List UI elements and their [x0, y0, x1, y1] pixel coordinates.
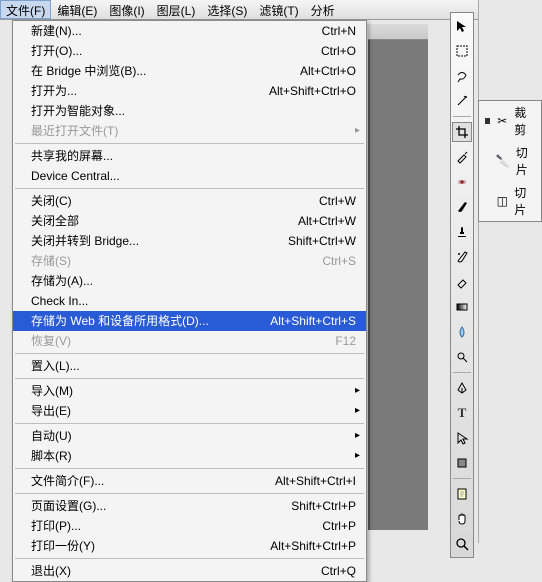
file-menu-dropdown: 新建(N)...Ctrl+N 打开(O)...Ctrl+O 在 Bridge 中…: [12, 20, 367, 582]
menu-file[interactable]: 文件(F): [0, 0, 51, 19]
type-tool-icon[interactable]: T: [452, 403, 472, 423]
flyout-crop[interactable]: ✂ 裁剪: [479, 101, 541, 141]
menu-select[interactable]: 选择(S): [201, 0, 253, 19]
eyedropper-tool-icon[interactable]: [452, 147, 472, 167]
menu-device-central[interactable]: Device Central...: [13, 166, 366, 186]
menu-close-all[interactable]: 关闭全部Alt+Ctrl+W: [13, 211, 366, 231]
crop-tool-flyout: ✂ 裁剪 🔪 切片 ◫ 切片: [478, 100, 542, 222]
wand-tool-icon[interactable]: [452, 91, 472, 111]
crop-tool-icon[interactable]: [452, 122, 472, 142]
menu-edit[interactable]: 编辑(E): [51, 0, 103, 19]
document-tab-bar: [368, 24, 428, 40]
hand-tool-icon[interactable]: [452, 509, 472, 529]
slice-select-icon: ◫: [496, 194, 508, 208]
menu-browse-bridge[interactable]: 在 Bridge 中浏览(B)...Alt+Ctrl+O: [13, 61, 366, 81]
menu-automate[interactable]: 自动(U): [13, 426, 366, 446]
shape-tool-icon[interactable]: [452, 453, 472, 473]
right-edge-panel: [478, 0, 542, 543]
separator: [15, 423, 364, 424]
separator: [15, 468, 364, 469]
menu-open-as[interactable]: 打开为...Alt+Shift+Ctrl+O: [13, 81, 366, 101]
marquee-tool-icon[interactable]: [452, 41, 472, 61]
stamp-tool-icon[interactable]: [452, 222, 472, 242]
flyout-slice[interactable]: 🔪 切片: [479, 141, 541, 181]
crop-icon: ✂: [496, 114, 508, 128]
menu-share-screen[interactable]: 共享我的屏幕...: [13, 146, 366, 166]
menu-print-one[interactable]: 打印一份(Y)Alt+Shift+Ctrl+P: [13, 536, 366, 556]
menu-analyze[interactable]: 分析: [305, 0, 341, 19]
separator: [15, 353, 364, 354]
menu-save-for-web[interactable]: 存储为 Web 和设备所用格式(D)...Alt+Shift+Ctrl+S: [13, 311, 366, 331]
menu-filter[interactable]: 滤镜(T): [253, 0, 304, 19]
separator: [15, 143, 364, 144]
separator: [453, 372, 471, 373]
separator: [15, 378, 364, 379]
menu-close[interactable]: 关闭(C)Ctrl+W: [13, 191, 366, 211]
menu-exit[interactable]: 退出(X)Ctrl+Q: [13, 561, 366, 581]
bullet-icon: [485, 118, 490, 124]
pen-tool-icon[interactable]: [452, 378, 472, 398]
path-select-tool-icon[interactable]: [452, 428, 472, 448]
menu-open-smart[interactable]: 打开为智能对象...: [13, 101, 366, 121]
menu-file-info[interactable]: 文件简介(F)...Alt+Shift+Ctrl+I: [13, 471, 366, 491]
menu-place[interactable]: 置入(L)...: [13, 356, 366, 376]
separator: [453, 478, 471, 479]
tools-panel: T: [450, 12, 474, 558]
dodge-tool-icon[interactable]: [452, 347, 472, 367]
flyout-slice-select[interactable]: ◫ 切片: [479, 181, 541, 221]
menu-check-in[interactable]: Check In...: [13, 291, 366, 311]
zoom-tool-icon[interactable]: [452, 534, 472, 554]
menu-recent: 最近打开文件(T): [13, 121, 366, 141]
menu-save: 存储(S)Ctrl+S: [13, 251, 366, 271]
menu-page-setup[interactable]: 页面设置(G)...Shift+Ctrl+P: [13, 496, 366, 516]
menu-export[interactable]: 导出(E): [13, 401, 366, 421]
menu-close-go-bridge[interactable]: 关闭并转到 Bridge...Shift+Ctrl+W: [13, 231, 366, 251]
menu-print[interactable]: 打印(P)...Ctrl+P: [13, 516, 366, 536]
menu-image[interactable]: 图像(I): [103, 0, 150, 19]
menu-open[interactable]: 打开(O)...Ctrl+O: [13, 41, 366, 61]
history-brush-tool-icon[interactable]: [452, 247, 472, 267]
slice-icon: 🔪: [496, 154, 510, 168]
menu-import[interactable]: 导入(M): [13, 381, 366, 401]
menu-layer[interactable]: 图层(L): [151, 0, 202, 19]
menu-new[interactable]: 新建(N)...Ctrl+N: [13, 21, 366, 41]
move-tool-icon[interactable]: [452, 16, 472, 36]
menu-scripts[interactable]: 脚本(R): [13, 446, 366, 466]
canvas-area: [368, 40, 428, 530]
menu-revert: 恢复(V)F12: [13, 331, 366, 351]
blur-tool-icon[interactable]: [452, 322, 472, 342]
lasso-tool-icon[interactable]: [452, 66, 472, 86]
gradient-tool-icon[interactable]: [452, 297, 472, 317]
eraser-tool-icon[interactable]: [452, 272, 472, 292]
healing-tool-icon[interactable]: [452, 172, 472, 192]
separator: [453, 116, 471, 117]
separator: [15, 188, 364, 189]
notes-tool-icon[interactable]: [452, 484, 472, 504]
separator: [15, 493, 364, 494]
menu-save-as[interactable]: 存储为(A)...: [13, 271, 366, 291]
separator: [15, 558, 364, 559]
brush-tool-icon[interactable]: [452, 197, 472, 217]
